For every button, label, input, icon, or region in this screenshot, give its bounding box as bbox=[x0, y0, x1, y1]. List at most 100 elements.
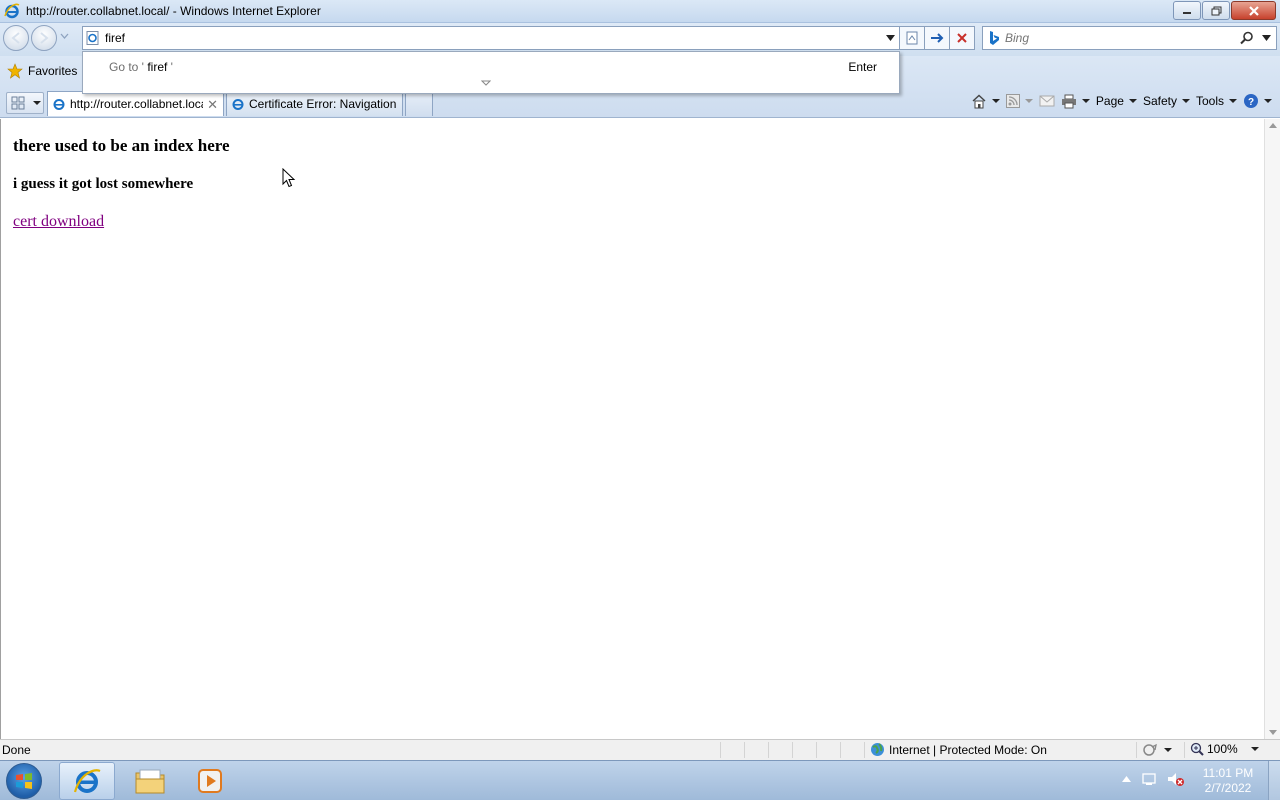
taskbar-internet-explorer[interactable] bbox=[59, 762, 115, 800]
home-dropdown-icon[interactable] bbox=[991, 99, 1000, 103]
safety-menu-label: Safety bbox=[1142, 94, 1177, 108]
back-button[interactable] bbox=[3, 25, 29, 51]
taskbar-windows-explorer[interactable] bbox=[122, 762, 178, 800]
status-divider bbox=[768, 742, 769, 758]
zoom-control[interactable]: 100% bbox=[1190, 742, 1259, 756]
compatibility-view-button[interactable] bbox=[900, 26, 925, 50]
security-zone[interactable]: Internet | Protected Mode: On bbox=[870, 742, 1047, 757]
vertical-scrollbar[interactable] bbox=[1264, 119, 1280, 739]
address-input[interactable] bbox=[105, 30, 875, 46]
printer-icon bbox=[1061, 94, 1076, 108]
page-menu-caret-icon bbox=[1128, 99, 1137, 103]
folder-icon bbox=[135, 769, 165, 794]
status-divider bbox=[792, 742, 793, 758]
restore-button[interactable] bbox=[1202, 1, 1230, 20]
zoom-icon bbox=[1190, 742, 1204, 756]
tab-certificate-error[interactable]: Certificate Error: Navigation Blocked bbox=[226, 91, 403, 116]
bing-icon bbox=[990, 31, 999, 45]
zoom-dropdown-icon[interactable] bbox=[1250, 747, 1259, 751]
rss-feed-icon bbox=[1005, 94, 1020, 108]
help-button[interactable]: ? bbox=[1243, 93, 1272, 109]
mouse-cursor-icon bbox=[282, 168, 296, 188]
search-dropdown-icon[interactable] bbox=[1262, 35, 1271, 41]
cert-download-link[interactable]: cert download bbox=[13, 213, 104, 231]
search-icon[interactable] bbox=[1240, 31, 1254, 45]
help-dropdown-icon[interactable] bbox=[1264, 99, 1272, 103]
tab-close-icon[interactable]: ✕ bbox=[207, 97, 218, 113]
ie-page-icon bbox=[232, 99, 244, 110]
forward-arrow-icon bbox=[40, 32, 49, 44]
status-divider bbox=[1184, 742, 1185, 758]
status-divider bbox=[1136, 742, 1137, 758]
page-subheading: i guess it got lost somewhere bbox=[13, 176, 194, 192]
protected-mode-button[interactable] bbox=[1143, 743, 1172, 757]
compatibility-view-icon bbox=[906, 31, 918, 45]
tools-menu-caret-icon bbox=[1229, 99, 1237, 103]
close-button[interactable] bbox=[1231, 1, 1276, 20]
favorites-button[interactable]: Favorites bbox=[7, 63, 77, 79]
show-desktop-button[interactable] bbox=[1268, 761, 1280, 800]
page-icon bbox=[86, 31, 99, 45]
clock-time: 11:01 PM bbox=[1202, 766, 1254, 780]
window-title: http://router.collabnet.local/ - Windows… bbox=[26, 4, 321, 18]
status-divider bbox=[864, 742, 865, 758]
go-button[interactable] bbox=[925, 26, 950, 50]
goto-query: firef bbox=[143, 60, 171, 74]
safety-menu[interactable]: Safety bbox=[1143, 94, 1190, 108]
print-dropdown-icon[interactable] bbox=[1081, 99, 1090, 103]
restore-icon bbox=[1211, 6, 1221, 15]
page-menu[interactable]: Page bbox=[1096, 94, 1137, 108]
feeds-dropdown-icon[interactable] bbox=[1024, 99, 1033, 103]
stop-icon bbox=[957, 33, 967, 43]
start-button[interactable] bbox=[6, 763, 42, 799]
stop-button[interactable] bbox=[950, 26, 975, 50]
search-box[interactable] bbox=[982, 26, 1277, 50]
command-bar: Page Safety Tools ? bbox=[971, 90, 1272, 112]
expand-suggestions-icon[interactable] bbox=[481, 80, 491, 86]
tools-menu-label: Tools bbox=[1195, 94, 1224, 108]
status-bar: Done Internet | Protected Mode: On 100% bbox=[0, 739, 1280, 760]
new-tab-button[interactable] bbox=[405, 91, 433, 116]
tab-active[interactable]: http://router.collabnet.local/ ✕ bbox=[47, 91, 224, 116]
ie-logo-icon bbox=[4, 3, 20, 19]
recent-pages-dropdown-icon[interactable] bbox=[60, 33, 69, 39]
show-hidden-icons-icon[interactable] bbox=[1122, 776, 1131, 782]
tab-label: Certificate Error: Navigation Blocked bbox=[249, 97, 399, 111]
quick-tabs-icon bbox=[11, 96, 25, 110]
protected-mode-dropdown-icon[interactable] bbox=[1164, 748, 1172, 752]
zoom-level: 100% bbox=[1207, 742, 1238, 756]
status-divider bbox=[720, 742, 721, 758]
quick-tabs-button[interactable] bbox=[6, 92, 44, 114]
scroll-down-icon[interactable] bbox=[1269, 730, 1277, 735]
tab-label: http://router.collabnet.local/ bbox=[70, 97, 203, 111]
clock-date: 2/7/2022 bbox=[1204, 781, 1252, 795]
page-menu-label: Page bbox=[1095, 94, 1124, 108]
taskbar: 11:01 PM 2/7/2022 bbox=[0, 760, 1280, 800]
address-dropdown-icon[interactable] bbox=[886, 35, 895, 41]
print-button[interactable] bbox=[1061, 94, 1090, 109]
search-input[interactable] bbox=[1005, 30, 1245, 46]
home-button[interactable] bbox=[971, 94, 1000, 109]
action-center-flag-icon[interactable] bbox=[1141, 771, 1157, 787]
read-mail-button[interactable] bbox=[1039, 95, 1055, 107]
forward-button[interactable] bbox=[31, 25, 57, 51]
minimize-button[interactable] bbox=[1173, 1, 1201, 20]
autocomplete-goto-item[interactable]: Go to ' firef ' bbox=[109, 60, 173, 74]
taskbar-media-player[interactable] bbox=[182, 762, 238, 800]
home-icon bbox=[972, 94, 986, 108]
tools-menu[interactable]: Tools bbox=[1196, 94, 1237, 108]
go-arrow-icon bbox=[931, 33, 944, 43]
svg-text:?: ? bbox=[1248, 97, 1254, 108]
scroll-up-icon[interactable] bbox=[1269, 123, 1277, 128]
safety-menu-caret-icon bbox=[1181, 99, 1190, 103]
title-bar: http://router.collabnet.local/ - Windows… bbox=[0, 0, 1280, 23]
ie-logo-icon bbox=[73, 769, 101, 793]
tab-list-dropdown-icon[interactable] bbox=[33, 101, 41, 105]
taskbar-clock[interactable]: 11:01 PM 2/7/2022 bbox=[1196, 766, 1260, 796]
volume-muted-icon[interactable] bbox=[1167, 771, 1185, 787]
zone-label: Internet | Protected Mode: On bbox=[889, 742, 1047, 757]
favorites-star-icon bbox=[7, 63, 23, 79]
address-bar[interactable] bbox=[82, 26, 900, 50]
goto-prefix: Go to ' bbox=[109, 60, 144, 74]
feeds-button[interactable] bbox=[1005, 94, 1033, 108]
